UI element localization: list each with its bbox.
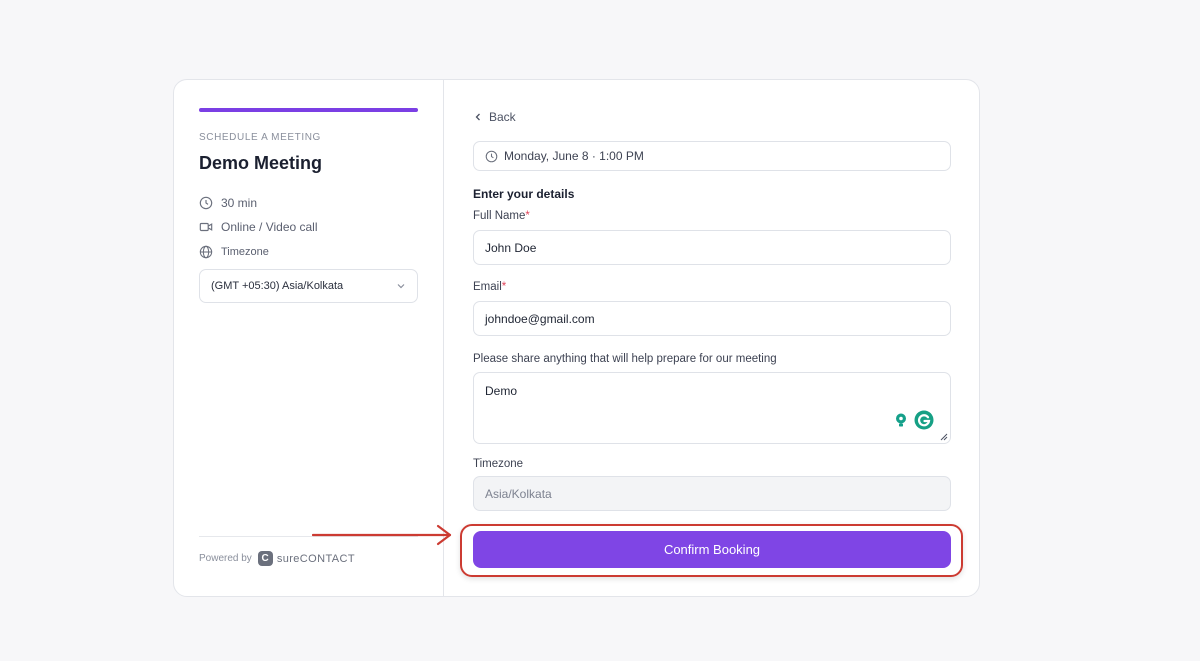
video-icon xyxy=(199,222,213,232)
email-input[interactable]: johndoe@gmail.com xyxy=(473,301,951,336)
selected-datetime: Monday, June 8 · 1:00 PM xyxy=(473,141,951,171)
lightbulb-icon xyxy=(892,411,910,429)
meeting-title: Demo Meeting xyxy=(199,153,323,173)
timezone-field-label: Timezone xyxy=(473,458,524,470)
powered-by-text: Powered by xyxy=(199,553,252,564)
chevron-down-icon xyxy=(397,284,405,289)
powered-by: Powered by C sureCONTACT xyxy=(199,551,355,566)
duration-text: 30 min xyxy=(221,196,258,210)
required-mark: * xyxy=(501,281,507,293)
clock-icon xyxy=(199,196,213,210)
clock-icon xyxy=(485,150,498,162)
full-name-value: John Doe xyxy=(485,240,537,255)
section-title: Enter your details xyxy=(473,187,575,201)
back-label: Back xyxy=(489,110,516,124)
chevron-left-icon xyxy=(475,113,480,121)
notes-value: Demo xyxy=(485,384,518,398)
timezone-select-value: (GMT +05:30) Asia/Kolkata xyxy=(211,280,344,292)
grammarly-icon xyxy=(914,410,934,430)
meeting-info-panel: SCHEDULE A MEETING Demo Meeting 30 min O… xyxy=(174,80,444,596)
booking-card: SCHEDULE A MEETING Demo Meeting 30 min O… xyxy=(173,79,980,597)
email-value: johndoe@gmail.com xyxy=(485,311,595,326)
timezone-row: Timezone xyxy=(199,245,269,259)
brand-link[interactable]: C sureCONTACT xyxy=(257,551,355,566)
email-label: Email* xyxy=(473,281,506,293)
resize-handle-icon[interactable] xyxy=(939,432,948,441)
accent-bar xyxy=(199,108,418,112)
full-name-label-text: Full Name xyxy=(473,210,526,222)
pointer-arrow-icon xyxy=(312,524,452,546)
timezone-input: Asia/Kolkata xyxy=(473,476,951,511)
grammarly-widget[interactable] xyxy=(889,409,936,431)
confirm-booking-button[interactable]: Confirm Booking xyxy=(473,531,951,568)
notes-textarea[interactable]: Demo xyxy=(473,372,951,444)
eyebrow-label: SCHEDULE A MEETING xyxy=(199,132,321,143)
required-mark: * xyxy=(525,210,530,222)
full-name-input[interactable]: John Doe xyxy=(473,230,951,265)
timezone-label: Timezone xyxy=(221,246,269,258)
timezone-input-value: Asia/Kolkata xyxy=(485,486,552,501)
globe-icon xyxy=(199,245,213,259)
timezone-select[interactable]: (GMT +05:30) Asia/Kolkata xyxy=(199,269,418,303)
location-text: Online / Video call xyxy=(221,220,318,234)
brand-name: sureCONTACT xyxy=(276,552,355,565)
duration-row: 30 min xyxy=(199,196,257,210)
details-form: Back Monday, June 8 · 1:00 PM Enter your… xyxy=(444,80,979,596)
back-button[interactable]: Back xyxy=(473,110,516,124)
surecontact-logo-icon: C xyxy=(257,551,273,566)
notes-label: Please share anything that will help pre… xyxy=(473,353,777,365)
location-row: Online / Video call xyxy=(199,220,318,234)
email-label-text: Email xyxy=(473,281,502,293)
selected-datetime-text: Monday, June 8 · 1:00 PM xyxy=(504,149,644,163)
full-name-label: Full Name* xyxy=(473,210,530,222)
